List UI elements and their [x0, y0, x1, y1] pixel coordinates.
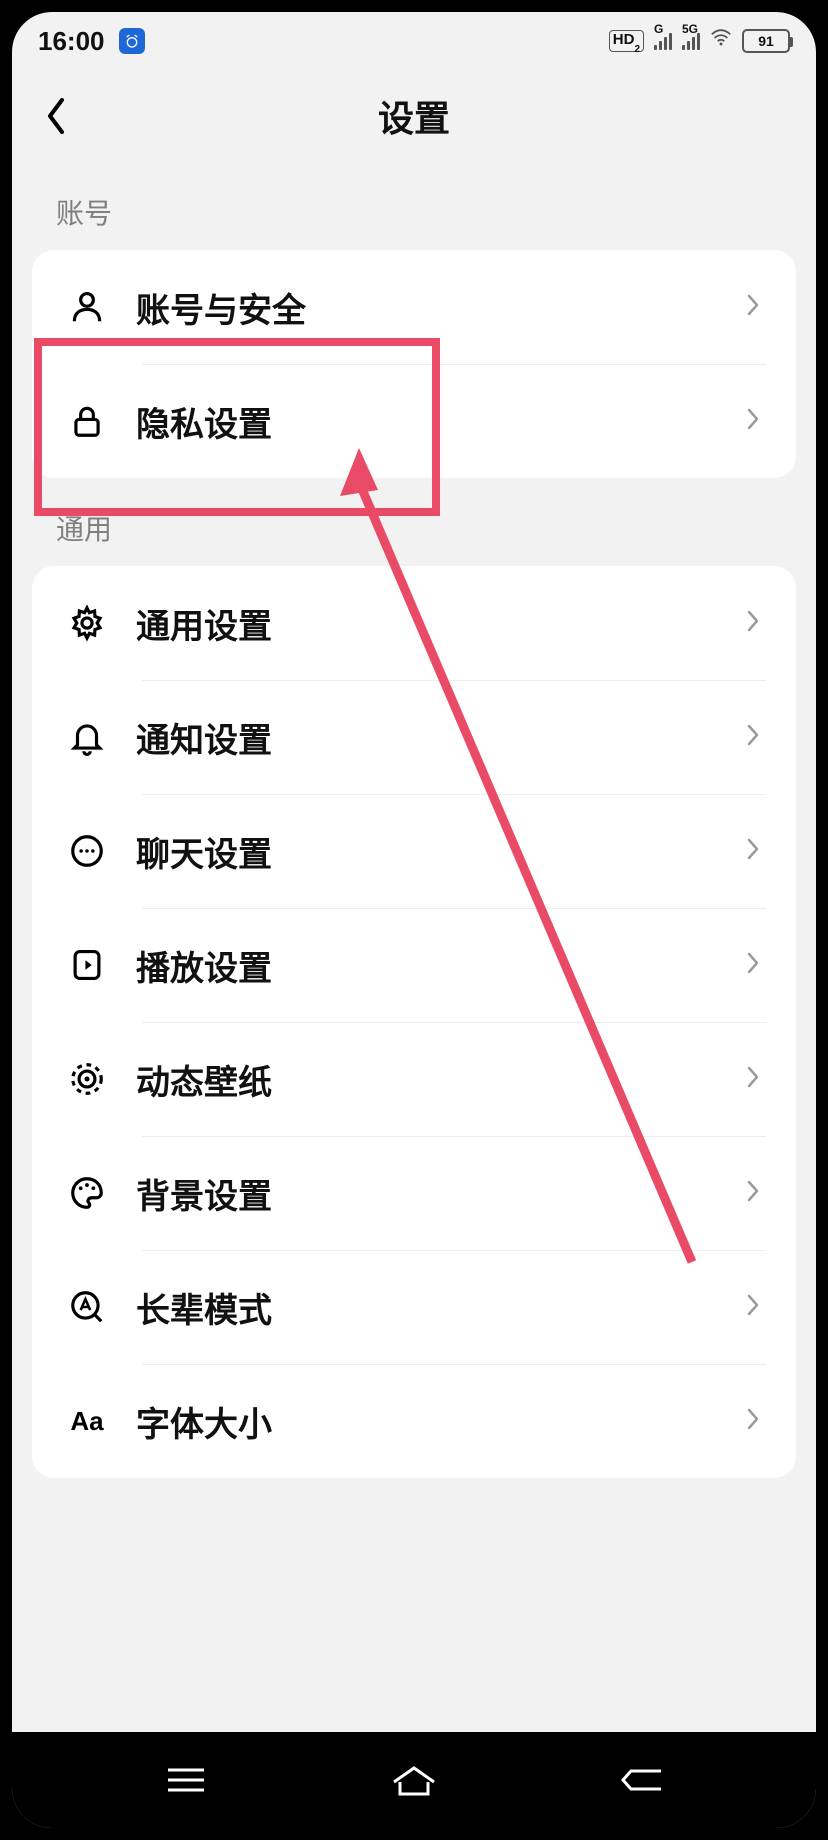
row-general-settings[interactable]: 通用设置 — [32, 566, 796, 680]
palette-icon — [56, 1174, 118, 1212]
chevron-right-icon — [746, 1179, 766, 1208]
row-chat-settings[interactable]: 聊天设置 — [32, 794, 796, 908]
row-label: 通用设置 — [118, 599, 746, 648]
hd-icon: HD2 — [609, 30, 644, 52]
android-home-button[interactable] — [364, 1762, 464, 1798]
chat-icon — [56, 832, 118, 870]
row-account-security[interactable]: 账号与安全 — [32, 250, 796, 364]
battery-icon: 91 — [742, 29, 790, 53]
row-label: 聊天设置 — [118, 827, 746, 876]
magnify-a-icon — [56, 1288, 118, 1326]
signal-2-icon: 5G — [682, 32, 700, 50]
row-label: 背景设置 — [118, 1169, 746, 1218]
row-playback-settings[interactable]: 播放设置 — [32, 908, 796, 1022]
status-time: 16:00 — [38, 26, 105, 57]
row-label: 隐私设置 — [118, 397, 746, 446]
person-icon — [56, 288, 118, 326]
android-back-button[interactable] — [592, 1765, 692, 1795]
row-label: 字体大小 — [118, 1397, 746, 1446]
play-icon — [56, 946, 118, 984]
row-privacy-settings[interactable]: 隐私设置 — [32, 364, 796, 478]
row-notification-settings[interactable]: 通知设置 — [32, 680, 796, 794]
font-size-icon: Aa — [56, 1406, 118, 1437]
chevron-right-icon — [746, 1407, 766, 1436]
card-account: 账号与安全 隐私设置 — [32, 250, 796, 478]
status-bar: 16:00 HD2 G 5G 91 — [12, 12, 816, 70]
row-background-settings[interactable]: 背景设置 — [32, 1136, 796, 1250]
row-label: 动态壁纸 — [118, 1055, 746, 1104]
row-label: 播放设置 — [118, 941, 746, 990]
chevron-right-icon — [746, 609, 766, 638]
row-font-size[interactable]: Aa 字体大小 — [32, 1364, 796, 1478]
row-live-wallpaper[interactable]: 动态壁纸 — [32, 1022, 796, 1136]
lock-icon — [56, 402, 118, 440]
android-nav-bar — [12, 1732, 816, 1828]
chevron-right-icon — [746, 407, 766, 436]
chevron-right-icon — [746, 837, 766, 866]
signal-1-icon: G — [654, 32, 672, 50]
alarm-icon — [119, 28, 145, 54]
target-icon — [56, 1060, 118, 1098]
chevron-right-icon — [746, 293, 766, 322]
bell-icon — [56, 718, 118, 756]
wifi-icon — [710, 27, 732, 55]
card-general: 通用设置 通知设置 聊天设置 播放设置 — [32, 566, 796, 1478]
row-label: 账号与安全 — [118, 283, 746, 332]
chevron-right-icon — [746, 1293, 766, 1322]
row-label: 长辈模式 — [118, 1283, 746, 1332]
android-recents-button[interactable] — [136, 1765, 236, 1795]
chevron-right-icon — [746, 951, 766, 980]
row-label: 通知设置 — [118, 713, 746, 762]
chevron-right-icon — [746, 723, 766, 752]
gear-icon — [56, 604, 118, 642]
row-elder-mode[interactable]: 长辈模式 — [32, 1250, 796, 1364]
nav-header: 设置 — [12, 70, 816, 162]
page-title: 设置 — [12, 90, 816, 142]
section-label-account: 账号 — [12, 162, 816, 250]
chevron-right-icon — [746, 1065, 766, 1094]
section-label-general: 通用 — [12, 478, 816, 566]
